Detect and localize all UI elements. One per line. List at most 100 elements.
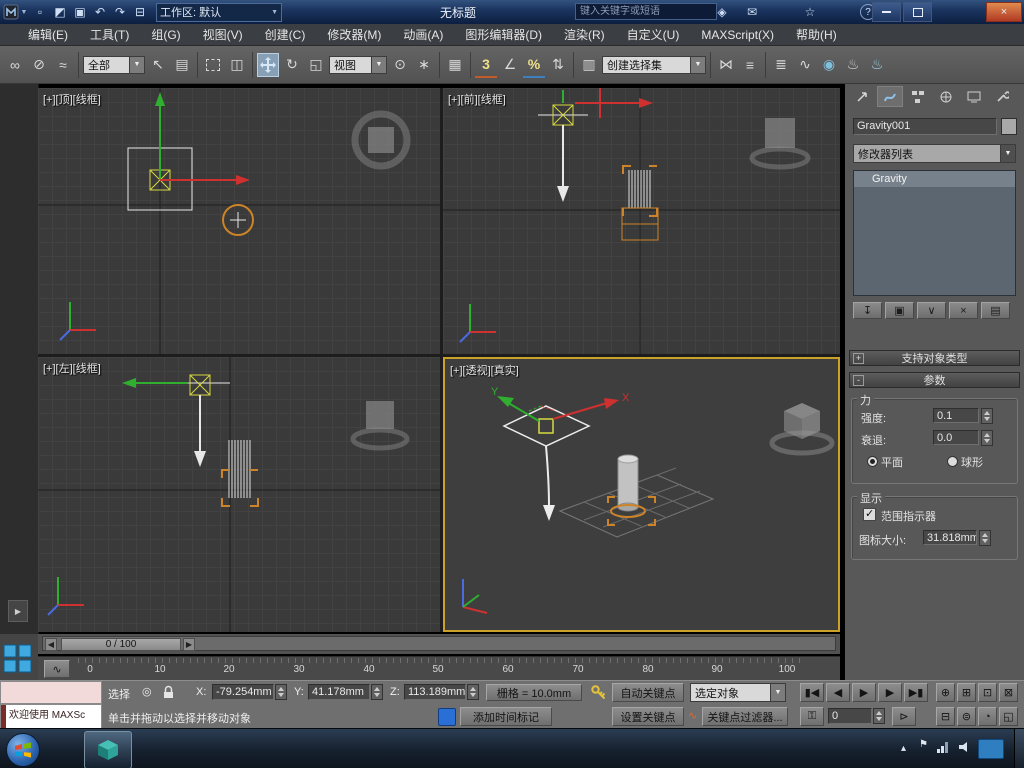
zoom-extents-icon[interactable]: ⊡: [978, 683, 997, 702]
viewcube-front-label[interactable]: 前: [773, 127, 785, 142]
named-selection-set-combo[interactable]: 创建选择集 ▼: [602, 55, 706, 74]
remove-modifier-icon[interactable]: ×: [949, 302, 978, 319]
viewport-layout-tabs-button[interactable]: [3, 644, 33, 674]
pan-view-icon[interactable]: ⊜: [957, 707, 976, 726]
rollout-parameters[interactable]: - 参数: [849, 372, 1020, 388]
menu-customize[interactable]: 自定义(U): [627, 26, 680, 43]
viewport-left-canvas[interactable]: 左: [38, 357, 440, 632]
go-to-start-button[interactable]: ▮◀: [800, 683, 824, 702]
menu-help[interactable]: 帮助(H): [796, 26, 837, 43]
previous-frame-button[interactable]: ◀: [45, 638, 57, 651]
use-pivot-point-center-icon[interactable]: ⊙: [389, 53, 411, 77]
decay-spinner[interactable]: [981, 430, 993, 446]
isolate-selection-icon[interactable]: ◎: [142, 685, 152, 698]
set-key-icon[interactable]: [590, 684, 607, 704]
show-desktop-button[interactable]: [1014, 729, 1024, 768]
material-editor-icon[interactable]: ◉: [818, 53, 840, 77]
align-icon[interactable]: ≡: [739, 53, 761, 77]
menu-graph-editors[interactable]: 图形编辑器(D): [465, 26, 542, 43]
time-tag-icon[interactable]: [438, 708, 456, 726]
key-filters-button[interactable]: 关键点过滤器...: [702, 707, 788, 726]
modifier-list-dropdown[interactable]: 修改器列表 ▼: [853, 144, 1016, 163]
key-mode-toggle-icon[interactable]: ⚿: [800, 707, 824, 726]
icon-size-field[interactable]: 31.818mm: [923, 530, 977, 545]
menu-animation[interactable]: 动画(A): [403, 26, 443, 43]
menu-rendering[interactable]: 渲染(R): [564, 26, 605, 43]
strength-spinner[interactable]: [981, 408, 993, 424]
infocenter-icon[interactable]: ✉: [742, 3, 762, 21]
y-coord-field[interactable]: 41.178mm: [308, 684, 370, 700]
planar-radio[interactable]: [867, 456, 878, 467]
menu-edit[interactable]: 编辑(E): [28, 26, 68, 43]
z-coord-field[interactable]: 113.189mm: [404, 684, 466, 700]
viewport-front-label[interactable]: [+][前][线框]: [448, 91, 506, 107]
viewcube-top-label[interactable]: 顶: [374, 135, 386, 149]
select-object-icon[interactable]: ↖: [147, 53, 169, 77]
maxscript-listener-pink[interactable]: [0, 681, 102, 704]
save-file-icon[interactable]: ▣: [70, 3, 90, 21]
selection-filter-dropdown[interactable]: 全部 ▼: [83, 55, 145, 74]
render-setup-icon[interactable]: ♨: [842, 53, 864, 77]
set-key-button[interactable]: 设置关键点: [612, 707, 684, 726]
mini-curve-editor-button[interactable]: ∿: [44, 660, 70, 678]
action-center-flag-icon[interactable]: ⚑: [919, 739, 928, 750]
menu-create[interactable]: 创建(C): [265, 26, 306, 43]
rollout-supported-objects[interactable]: + 支持对象类型: [849, 350, 1020, 366]
viewport-front-canvas[interactable]: 前: [443, 88, 840, 354]
ime-tray-indicator[interactable]: [978, 739, 1004, 759]
maximize-viewport-toggle-icon[interactable]: ◱: [999, 707, 1018, 726]
layout-tab-arrow-button[interactable]: ▶: [8, 600, 28, 622]
decay-field[interactable]: 0.0: [933, 430, 979, 445]
viewport-front[interactable]: [+][前][线框] 前: [443, 88, 840, 354]
keyboard-shortcut-override-icon[interactable]: ▦: [444, 53, 466, 77]
select-and-rotate-icon[interactable]: ↻: [281, 53, 303, 77]
tab-hierarchy[interactable]: [905, 86, 931, 107]
make-unique-icon[interactable]: ∨: [917, 302, 946, 319]
viewport-left[interactable]: [+][左][线框] 左: [38, 357, 440, 632]
z-coord-spinner[interactable]: [467, 684, 479, 700]
app-menu-button[interactable]: ▼: [0, 1, 30, 23]
auto-key-button[interactable]: 自动关键点: [612, 683, 684, 702]
time-slider-handle[interactable]: 0 / 100: [61, 638, 181, 651]
show-hidden-icons-button[interactable]: ▴: [901, 743, 906, 754]
tab-display[interactable]: [961, 86, 987, 107]
new-scene-icon[interactable]: ▫: [30, 3, 50, 21]
modifier-stack-item[interactable]: Gravity: [854, 171, 1015, 187]
search-input[interactable]: [575, 3, 717, 20]
fetch-icon[interactable]: ⊟: [130, 3, 150, 21]
snaps-toggle-3d-icon[interactable]: 3: [475, 52, 497, 78]
current-frame-spinner[interactable]: [873, 708, 885, 724]
play-button[interactable]: ▶: [852, 683, 876, 702]
modifier-stack[interactable]: Gravity: [853, 170, 1016, 296]
next-frame-button[interactable]: ▶: [183, 638, 195, 651]
zoom-all-icon[interactable]: ⊞: [957, 683, 976, 702]
go-to-end-button[interactable]: ▶▮: [904, 683, 928, 702]
open-file-icon[interactable]: ◩: [50, 3, 70, 21]
field-of-view-icon[interactable]: ⊟: [936, 707, 955, 726]
next-key-button[interactable]: ▶: [878, 683, 902, 702]
bind-to-space-warp-icon[interactable]: ≈: [52, 53, 74, 77]
unlink-selection-icon[interactable]: ⊘: [28, 53, 50, 77]
orbit-view-icon[interactable]: ◔: [978, 707, 997, 726]
menu-views[interactable]: 视图(V): [203, 26, 243, 43]
network-tray-icon[interactable]: [936, 741, 950, 753]
menu-tools[interactable]: 工具(T): [90, 26, 129, 43]
viewport-top-label[interactable]: [+][顶][线框]: [43, 91, 101, 107]
render-production-icon[interactable]: ♨: [866, 53, 888, 77]
spherical-radio[interactable]: [947, 456, 958, 467]
reference-coordinate-dropdown[interactable]: 视图 ▼: [329, 55, 387, 74]
viewport-perspective-canvas[interactable]: Y X: [445, 359, 838, 630]
tab-motion[interactable]: [933, 86, 959, 107]
x-coord-spinner[interactable]: [275, 684, 287, 700]
menu-maxscript[interactable]: MAXScript(X): [701, 28, 774, 42]
viewcube-left-label[interactable]: 左: [373, 409, 385, 424]
minimize-button[interactable]: [872, 2, 901, 22]
track-bar[interactable]: 0 10 20 30 40 50 60 70 80 90 100: [38, 656, 840, 681]
viewport-perspective[interactable]: [+][透视][真实] Y X: [443, 357, 840, 632]
range-indicator-checkbox[interactable]: [863, 507, 876, 521]
object-name-field[interactable]: Gravity001: [853, 118, 997, 135]
zoom-viewport-icon[interactable]: ⊕: [936, 683, 955, 702]
redo-icon[interactable]: ↷: [110, 3, 130, 21]
rectangular-selection-region-icon[interactable]: [202, 53, 224, 77]
tab-modify[interactable]: [877, 86, 903, 107]
